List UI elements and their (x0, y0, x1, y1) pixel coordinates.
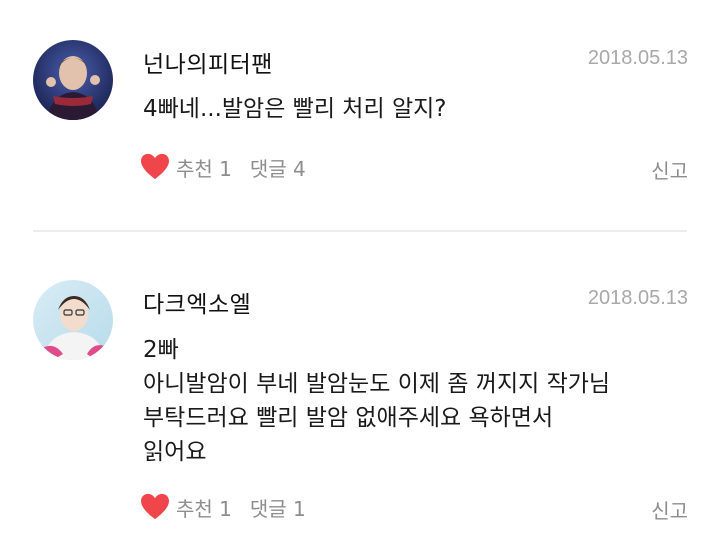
comment-line: 부탁드러요 빨리 발암 없애주세요 욕하면서 (143, 405, 554, 431)
reply-count[interactable]: 댓글 4 (250, 153, 306, 182)
avatar[interactable] (33, 280, 113, 360)
comment-actions: 추천 1 댓글 1 (140, 492, 324, 522)
avatar[interactable] (33, 40, 113, 120)
comment-line: 4빠네...발암은 빨리 처리 알지? (143, 96, 447, 122)
heart-icon[interactable] (140, 153, 170, 181)
comment-line: 2빠 (143, 337, 179, 363)
divider (33, 230, 687, 232)
like-count[interactable]: 추천 1 (176, 153, 232, 182)
like-count[interactable]: 추천 1 (176, 493, 232, 522)
comment-line: 아니발암이 부네 발암눈도 이제 좀 꺼지지 작가님 (143, 371, 611, 397)
reply-count[interactable]: 댓글 1 (250, 493, 306, 522)
comment-date: 2018.05.13 (587, 47, 688, 69)
comment-author[interactable]: 다크엑소엘 (143, 285, 251, 319)
comment-body: 2빠 아니발암이 부네 발암눈도 이제 좀 꺼지지 작가님 부탁드러요 빨리 발… (143, 333, 703, 469)
comment-line: 읽어요 (143, 439, 207, 465)
heart-icon[interactable] (140, 493, 170, 521)
comment-author[interactable]: 넌나의피터팬 (143, 45, 273, 79)
comment-body: 4빠네...발암은 빨리 처리 알지? (143, 92, 703, 126)
comment-date: 2018.05.13 (587, 287, 688, 309)
report-button[interactable]: 신고 (651, 155, 688, 184)
comment-actions: 추천 1 댓글 4 (140, 152, 324, 182)
report-button[interactable]: 신고 (651, 495, 688, 524)
